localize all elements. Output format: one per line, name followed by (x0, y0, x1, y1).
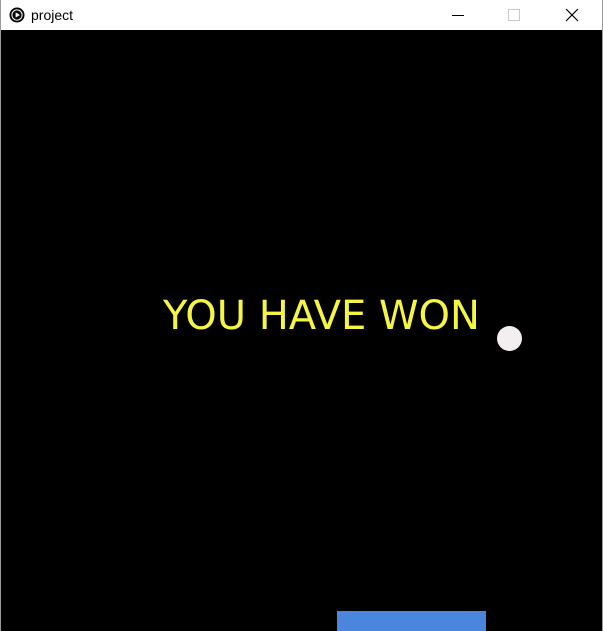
maximize-icon (508, 9, 520, 21)
app-window: project YOU HAVE WON (0, 0, 603, 631)
ball (497, 326, 522, 351)
maximize-button[interactable] (491, 0, 537, 30)
window-title: project (31, 7, 74, 23)
game-canvas[interactable]: YOU HAVE WON (1, 30, 602, 631)
close-button[interactable] (549, 0, 595, 30)
close-icon (565, 8, 579, 22)
minimize-button[interactable] (435, 0, 481, 30)
paddle (337, 611, 486, 631)
title-bar[interactable]: project (1, 0, 602, 30)
win-message: YOU HAVE WON (163, 293, 480, 339)
minimize-icon (452, 15, 464, 16)
play-circle-icon (9, 7, 25, 23)
